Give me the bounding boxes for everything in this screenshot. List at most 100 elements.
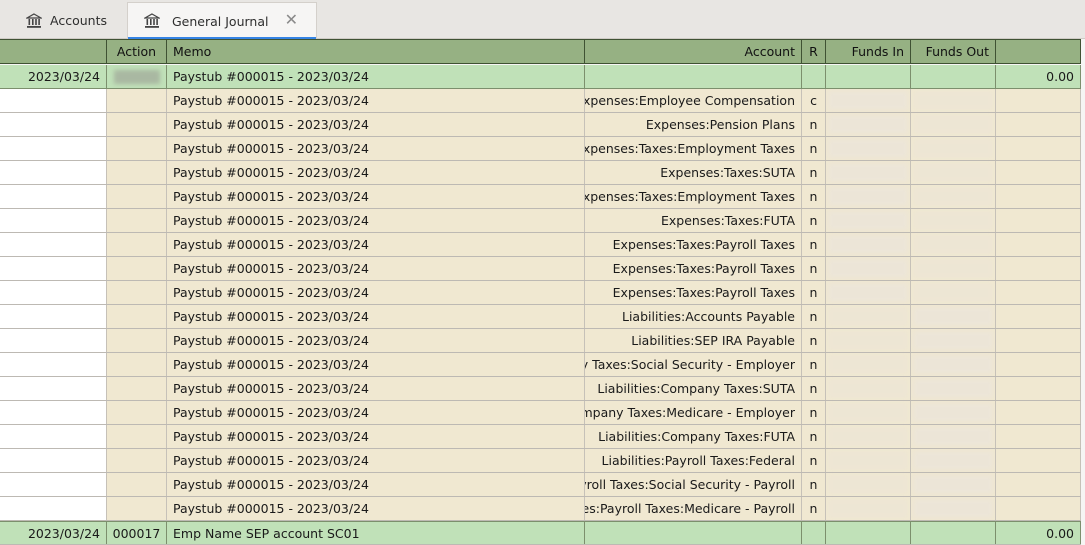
- split-action[interactable]: [107, 113, 167, 136]
- split-row[interactable]: Paystub #000015 - 2023/03/24 Liabilities:…: [0, 305, 1081, 329]
- split-funds-in[interactable]: [826, 329, 911, 352]
- split-funds-out[interactable]: [911, 113, 996, 136]
- split-funds-out[interactable]: [911, 305, 996, 328]
- split-funds-in[interactable]: [826, 353, 911, 376]
- column-header-action[interactable]: Action: [107, 40, 167, 63]
- split-action[interactable]: [107, 233, 167, 256]
- split-reconcile[interactable]: n: [802, 353, 826, 376]
- split-reconcile[interactable]: n: [802, 401, 826, 424]
- split-funds-in[interactable]: [826, 305, 911, 328]
- split-row[interactable]: Paystub #000015 - 2023/03/24 Expenses:Tax…: [0, 209, 1081, 233]
- split-account[interactable]: Expenses:Taxes:Payroll Taxes: [585, 257, 802, 280]
- transaction-funds-out[interactable]: [911, 522, 996, 544]
- split-action[interactable]: [107, 449, 167, 472]
- split-row[interactable]: Paystub #000015 - 2023/03/24 ayroll Taxes…: [0, 473, 1081, 497]
- split-funds-out[interactable]: [911, 257, 996, 280]
- split-row[interactable]: Paystub #000015 - 2023/03/24 Expenses:Tax…: [0, 281, 1081, 305]
- split-funds-in[interactable]: [826, 497, 911, 520]
- split-action[interactable]: [107, 425, 167, 448]
- split-action[interactable]: [107, 161, 167, 184]
- split-memo[interactable]: Paystub #000015 - 2023/03/24: [167, 137, 585, 160]
- split-memo[interactable]: Paystub #000015 - 2023/03/24: [167, 233, 585, 256]
- split-row[interactable]: Paystub #000015 - 2023/03/24 ties:Payroll…: [0, 497, 1081, 521]
- split-row[interactable]: Paystub #000015 - 2023/03/24 Liabilities:…: [0, 425, 1081, 449]
- column-header-date[interactable]: [0, 40, 107, 63]
- transaction-date[interactable]: 2023/03/24: [0, 65, 107, 88]
- split-funds-out[interactable]: [911, 353, 996, 376]
- split-action[interactable]: [107, 281, 167, 304]
- split-reconcile[interactable]: n: [802, 209, 826, 232]
- split-row[interactable]: Paystub #000015 - 2023/03/24 Expenses:Tax…: [0, 185, 1081, 209]
- split-account[interactable]: Expenses:Taxes:SUTA: [585, 161, 802, 184]
- split-action[interactable]: [107, 257, 167, 280]
- split-funds-in[interactable]: [826, 209, 911, 232]
- column-header-account[interactable]: Account: [585, 40, 802, 63]
- split-reconcile[interactable]: n: [802, 233, 826, 256]
- split-action[interactable]: [107, 137, 167, 160]
- split-action[interactable]: [107, 209, 167, 232]
- split-memo[interactable]: Paystub #000015 - 2023/03/24: [167, 161, 585, 184]
- tab-general-journal[interactable]: General Journal ✕: [127, 2, 317, 40]
- split-memo[interactable]: Paystub #000015 - 2023/03/24: [167, 89, 585, 112]
- split-memo[interactable]: Paystub #000015 - 2023/03/24: [167, 473, 585, 496]
- transaction-action[interactable]: 000017: [107, 522, 167, 544]
- split-funds-in[interactable]: [826, 161, 911, 184]
- split-funds-in[interactable]: [826, 281, 911, 304]
- column-header-memo[interactable]: Memo: [167, 40, 585, 63]
- split-funds-in[interactable]: [826, 257, 911, 280]
- split-row[interactable]: Paystub #000015 - 2023/03/24 Expenses:Emp…: [0, 89, 1081, 113]
- split-funds-out[interactable]: [911, 377, 996, 400]
- split-funds-out[interactable]: [911, 185, 996, 208]
- transaction-reconcile[interactable]: [802, 65, 826, 88]
- split-funds-in[interactable]: [826, 377, 911, 400]
- transaction-action[interactable]: [107, 65, 167, 88]
- split-funds-in[interactable]: [826, 473, 911, 496]
- split-memo[interactable]: Paystub #000015 - 2023/03/24: [167, 449, 585, 472]
- split-memo[interactable]: Paystub #000015 - 2023/03/24: [167, 377, 585, 400]
- split-action[interactable]: [107, 497, 167, 520]
- split-memo[interactable]: Paystub #000015 - 2023/03/24: [167, 305, 585, 328]
- split-action[interactable]: [107, 185, 167, 208]
- split-account[interactable]: Liabilities:Accounts Payable: [585, 305, 802, 328]
- split-funds-out[interactable]: [911, 473, 996, 496]
- split-funds-out[interactable]: [911, 425, 996, 448]
- split-reconcile[interactable]: n: [802, 473, 826, 496]
- split-memo[interactable]: Paystub #000015 - 2023/03/24: [167, 209, 585, 232]
- transaction-reconcile[interactable]: [802, 522, 826, 544]
- split-reconcile[interactable]: n: [802, 329, 826, 352]
- split-funds-out[interactable]: [911, 233, 996, 256]
- split-funds-in[interactable]: [826, 449, 911, 472]
- split-action[interactable]: [107, 401, 167, 424]
- column-header-balance[interactable]: [996, 40, 1081, 63]
- split-action[interactable]: [107, 473, 167, 496]
- split-action[interactable]: [107, 353, 167, 376]
- close-icon[interactable]: ✕: [285, 11, 298, 29]
- split-account[interactable]: Liabilities:Payroll Taxes:Federal: [585, 449, 802, 472]
- split-memo[interactable]: Paystub #000015 - 2023/03/24: [167, 257, 585, 280]
- split-memo[interactable]: Paystub #000015 - 2023/03/24: [167, 401, 585, 424]
- split-account[interactable]: Expenses:Taxes:FUTA: [585, 209, 802, 232]
- split-reconcile[interactable]: n: [802, 497, 826, 520]
- split-memo[interactable]: Paystub #000015 - 2023/03/24: [167, 353, 585, 376]
- split-reconcile[interactable]: c: [802, 89, 826, 112]
- transaction-row[interactable]: 2023/03/24 000017 Emp Name SEP account S…: [0, 521, 1081, 545]
- split-funds-out[interactable]: [911, 449, 996, 472]
- split-funds-in[interactable]: [826, 233, 911, 256]
- split-reconcile[interactable]: n: [802, 377, 826, 400]
- split-account[interactable]: Expenses:Pension Plans: [585, 113, 802, 136]
- split-row[interactable]: Paystub #000015 - 2023/03/24 Expenses:Pen…: [0, 113, 1081, 137]
- split-funds-out[interactable]: [911, 137, 996, 160]
- transaction-funds-in[interactable]: [826, 522, 911, 544]
- transaction-description[interactable]: Emp Name SEP account SC01: [167, 522, 585, 544]
- split-funds-out[interactable]: [911, 401, 996, 424]
- split-funds-out[interactable]: [911, 161, 996, 184]
- split-funds-in[interactable]: [826, 401, 911, 424]
- transaction-row[interactable]: 2023/03/24 Paystub #000015 - 2023/03/24 …: [0, 65, 1081, 89]
- transaction-account[interactable]: [585, 522, 802, 544]
- split-reconcile[interactable]: n: [802, 137, 826, 160]
- column-header-funds-out[interactable]: Funds Out: [911, 40, 996, 63]
- transaction-funds-out[interactable]: [911, 65, 996, 88]
- split-account[interactable]: ny Taxes:Social Security - Employer: [585, 353, 802, 376]
- split-account[interactable]: ayroll Taxes:Social Security - Payroll: [585, 473, 802, 496]
- split-account[interactable]: Liabilities:SEP IRA Payable: [585, 329, 802, 352]
